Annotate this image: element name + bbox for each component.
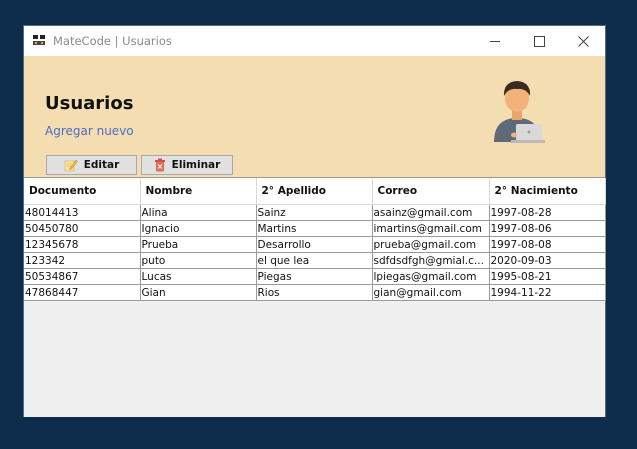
table-header-row: Documento Nombre 2° Apellido Correo 2° N… <box>24 178 606 205</box>
title-bar[interactable]: MateCode | Usuarios <box>24 26 605 56</box>
users-table-container[interactable]: Documento Nombre 2° Apellido Correo 2° N… <box>24 177 606 417</box>
column-header-nacimiento[interactable]: 2° Nacimiento <box>489 178 606 205</box>
table-cell[interactable]: 1994-11-22 <box>489 284 606 301</box>
table-cell[interactable]: asainz@gmail.com <box>372 204 490 221</box>
column-header-correo[interactable]: Correo <box>372 178 490 205</box>
table-cell[interactable]: el que lea <box>256 252 373 269</box>
table-cell[interactable]: Desarrollo <box>256 236 373 253</box>
table-cell[interactable]: puto <box>140 252 257 269</box>
add-new-link[interactable]: Agregar nuevo <box>45 124 134 138</box>
table-cell[interactable]: 48014413 <box>24 204 141 221</box>
table-cell[interactable]: lpiegas@gmail.com <box>372 268 490 285</box>
edit-button-label: Editar <box>83 159 120 171</box>
edit-button[interactable]: Editar <box>46 155 137 175</box>
maximize-button[interactable] <box>517 26 561 56</box>
minimize-icon <box>490 40 500 42</box>
table-cell[interactable]: 1995-08-21 <box>489 268 606 285</box>
column-header-apellido[interactable]: 2° Apellido <box>256 178 373 205</box>
table-cell[interactable]: 50534867 <box>24 268 141 285</box>
pencil-edit-icon <box>64 159 78 172</box>
table-cell[interactable]: sdfdsdfgh@gmial.c... <box>372 252 490 269</box>
delete-button-label: Eliminar <box>171 159 221 171</box>
table-cell[interactable]: Ignacio <box>140 220 257 237</box>
delete-button[interactable]: Eliminar <box>141 155 233 175</box>
trash-delete-icon <box>154 158 165 172</box>
table-cell[interactable]: Piegas <box>256 268 373 285</box>
close-icon <box>577 35 589 47</box>
table-row[interactable]: 12345678 Prueba Desarrollo prueba@gmail.… <box>24 236 606 253</box>
close-button[interactable] <box>561 26 605 56</box>
table-cell[interactable]: 1997-08-28 <box>489 204 606 221</box>
table-cell[interactable]: Lucas <box>140 268 257 285</box>
column-header-documento[interactable]: Documento <box>24 178 141 205</box>
table-cell[interactable]: Gian <box>140 284 257 301</box>
matecode-logo-icon <box>32 34 46 46</box>
table-row[interactable]: 48014413 Alina Sainz asainz@gmail.com 19… <box>24 204 606 221</box>
table-cell[interactable]: Martins <box>256 220 373 237</box>
table-row[interactable]: 47868447 Gian Rios gian@gmail.com 1994-1… <box>24 284 606 301</box>
minimize-button[interactable] <box>473 26 517 56</box>
user-laptop-avatar-icon <box>494 81 545 143</box>
maximize-icon <box>533 35 545 47</box>
table-cell[interactable]: Alina <box>140 204 257 221</box>
table-cell[interactable]: 50450780 <box>24 220 141 237</box>
table-cell[interactable]: Prueba <box>140 236 257 253</box>
table-cell[interactable]: Sainz <box>256 204 373 221</box>
table-row[interactable]: 123342 puto el que lea sdfdsdfgh@gmial.c… <box>24 252 606 269</box>
table-row[interactable]: 50534867 Lucas Piegas lpiegas@gmail.com … <box>24 268 606 285</box>
table-cell[interactable]: 1997-08-06 <box>489 220 606 237</box>
table-row[interactable]: 50450780 Ignacio Martins imartins@gmail.… <box>24 220 606 237</box>
table-cell[interactable]: 1997-08-08 <box>489 236 606 253</box>
table-cell[interactable]: Rios <box>256 284 373 301</box>
page-title: Usuarios <box>45 93 134 114</box>
table-cell[interactable]: 123342 <box>24 252 141 269</box>
table-cell[interactable]: prueba@gmail.com <box>372 236 490 253</box>
table-cell[interactable]: imartins@gmail.com <box>372 220 490 237</box>
app-window: MateCode | Usuarios Usuarios Agregar nue… <box>23 25 606 417</box>
users-table[interactable]: Documento Nombre 2° Apellido Correo 2° N… <box>24 178 606 301</box>
table-cell[interactable]: 2020-09-03 <box>489 252 606 269</box>
page-header: Usuarios Agregar nuevo Editar Eliminar <box>24 56 605 177</box>
column-header-nombre[interactable]: Nombre <box>140 178 257 205</box>
window-title: MateCode | Usuarios <box>53 34 172 48</box>
table-cell[interactable]: gian@gmail.com <box>372 284 490 301</box>
table-cell[interactable]: 47868447 <box>24 284 141 301</box>
table-cell[interactable]: 12345678 <box>24 236 141 253</box>
